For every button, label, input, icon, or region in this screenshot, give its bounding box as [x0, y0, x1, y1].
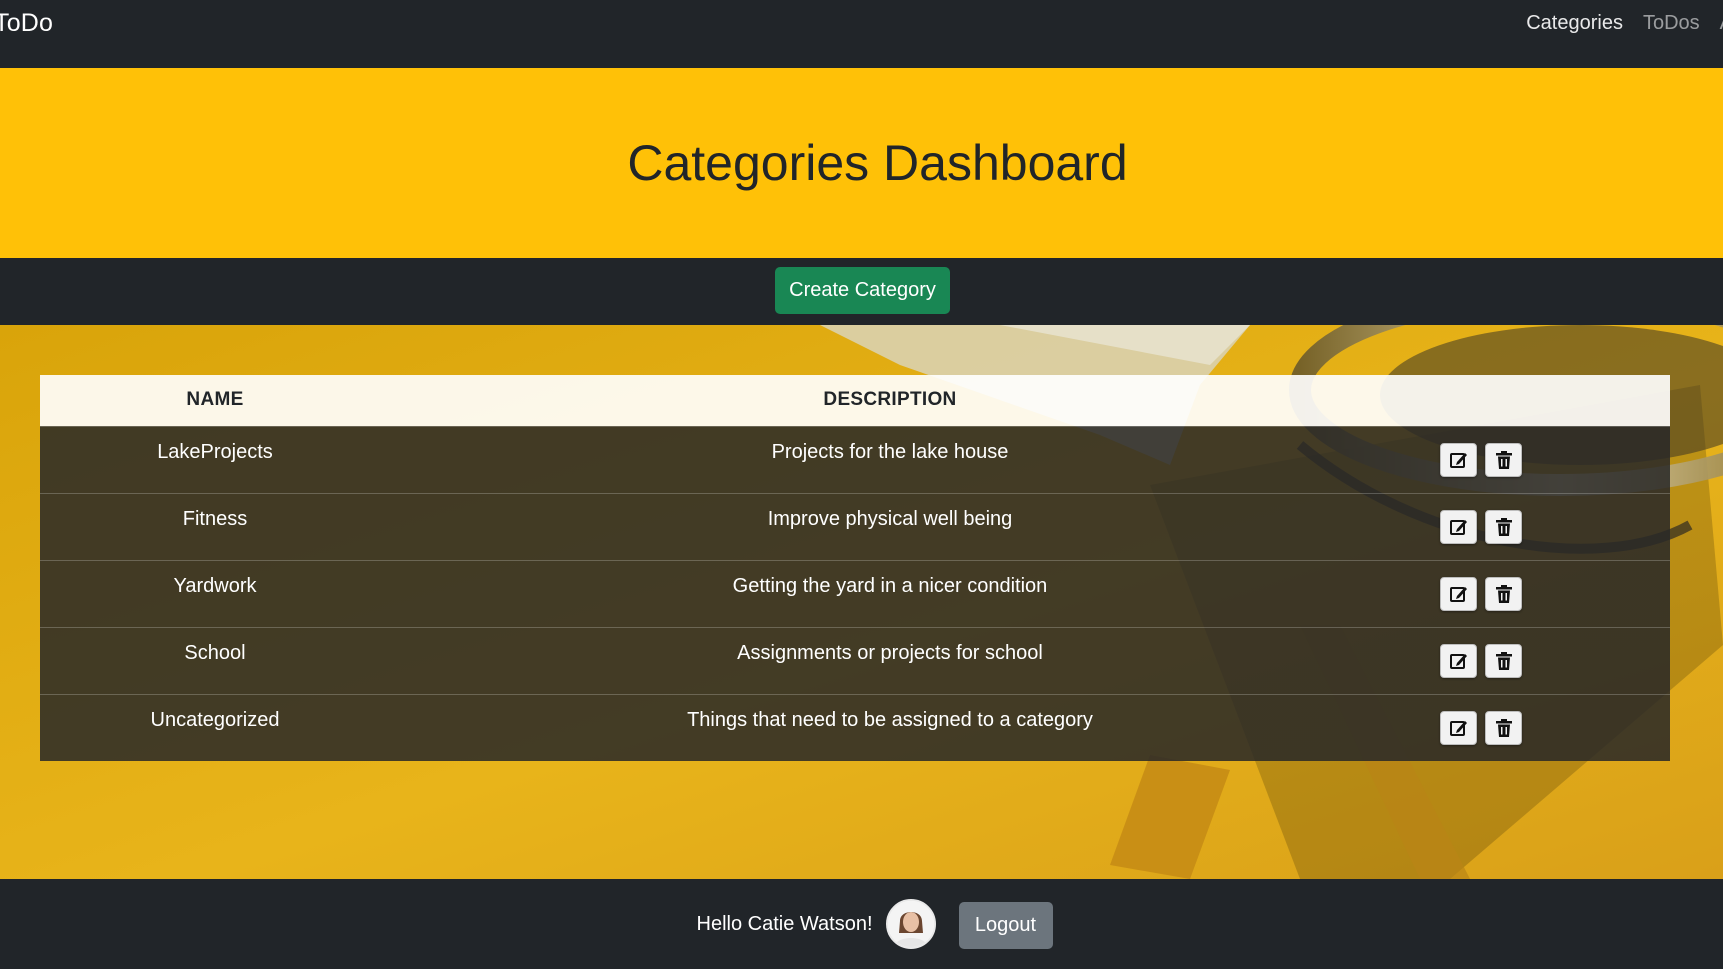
- content-area: NAME DESCRIPTION LakeProjects Projects f…: [0, 325, 1723, 879]
- row-actions: [1390, 426, 1670, 493]
- row-actions: [1390, 493, 1670, 560]
- row-actions: [1390, 627, 1670, 694]
- category-name: Yardwork: [173, 574, 257, 597]
- category-name: LakeProjects: [157, 440, 273, 463]
- nav-link-truncated[interactable]: A: [1720, 12, 1723, 35]
- category-name: Uncategorized: [150, 708, 280, 731]
- nav-link-categories[interactable]: Categories: [1526, 12, 1623, 35]
- page-title: Categories Dashboard: [627, 135, 1128, 191]
- delete-button[interactable]: [1485, 643, 1522, 678]
- category-description: Assignments or projects for school: [737, 641, 1043, 664]
- delete-button[interactable]: [1485, 509, 1522, 544]
- hero-banner: Categories Dashboard: [0, 68, 1723, 258]
- edit-icon: [1449, 720, 1467, 736]
- trash-icon: [1495, 651, 1512, 670]
- edit-icon: [1449, 519, 1467, 535]
- categories-table: NAME DESCRIPTION LakeProjects Projects f…: [40, 375, 1670, 761]
- edit-button[interactable]: [1440, 710, 1477, 745]
- category-description: Things that need to be assigned to a cat…: [687, 708, 1093, 731]
- trash-icon: [1495, 718, 1512, 737]
- table-row: LakeProjects Projects for the lake house: [40, 426, 1670, 493]
- nav-link-todos[interactable]: ToDos: [1643, 12, 1700, 35]
- user-greeting: Hello Catie Watson!: [696, 912, 873, 935]
- avatar: [885, 899, 936, 949]
- delete-button[interactable]: [1485, 442, 1522, 477]
- nav-links: Categories ToDos A: [1506, 12, 1723, 35]
- table-row: Yardwork Getting the yard in a nicer con…: [40, 560, 1670, 627]
- edit-button[interactable]: [1440, 509, 1477, 544]
- table-row: Fitness Improve physical well being: [40, 493, 1670, 560]
- trash-icon: [1495, 517, 1512, 536]
- logout-button[interactable]: Logout: [958, 902, 1053, 949]
- row-actions: [1390, 694, 1670, 761]
- table-row: School Assignments or projects for schoo…: [40, 627, 1670, 694]
- table-row: Uncategorized Things that need to be ass…: [40, 694, 1670, 761]
- footer: Hello Catie Watson! Logout: [0, 879, 1723, 969]
- edit-button[interactable]: [1440, 643, 1477, 678]
- table-header-row: NAME DESCRIPTION: [40, 375, 1670, 426]
- category-description: Projects for the lake house: [771, 440, 1009, 463]
- trash-icon: [1495, 584, 1512, 603]
- edit-icon: [1449, 452, 1467, 468]
- edit-icon: [1449, 653, 1467, 669]
- category-description: Improve physical well being: [767, 507, 1013, 530]
- category-description: Getting the yard in a nicer condition: [732, 574, 1048, 597]
- action-bar: Create Category: [0, 258, 1723, 325]
- delete-button[interactable]: [1485, 710, 1522, 745]
- category-name: School: [184, 641, 246, 664]
- table-header: NAME DESCRIPTION: [40, 375, 1670, 426]
- create-category-button[interactable]: Create Category: [775, 267, 950, 314]
- navbar-brand[interactable]: ToDo: [0, 9, 53, 38]
- top-navbar: ToDo Categories ToDos A: [0, 0, 1723, 68]
- edit-button[interactable]: [1440, 442, 1477, 477]
- column-header-description: DESCRIPTION: [823, 389, 957, 411]
- edit-button[interactable]: [1440, 576, 1477, 611]
- column-header-name: NAME: [186, 389, 244, 411]
- user-avatar-icon: [887, 901, 934, 947]
- delete-button[interactable]: [1485, 576, 1522, 611]
- trash-icon: [1495, 450, 1512, 469]
- edit-icon: [1449, 586, 1467, 602]
- row-actions: [1390, 560, 1670, 627]
- category-name: Fitness: [182, 507, 248, 530]
- column-header-actions: [1390, 375, 1670, 426]
